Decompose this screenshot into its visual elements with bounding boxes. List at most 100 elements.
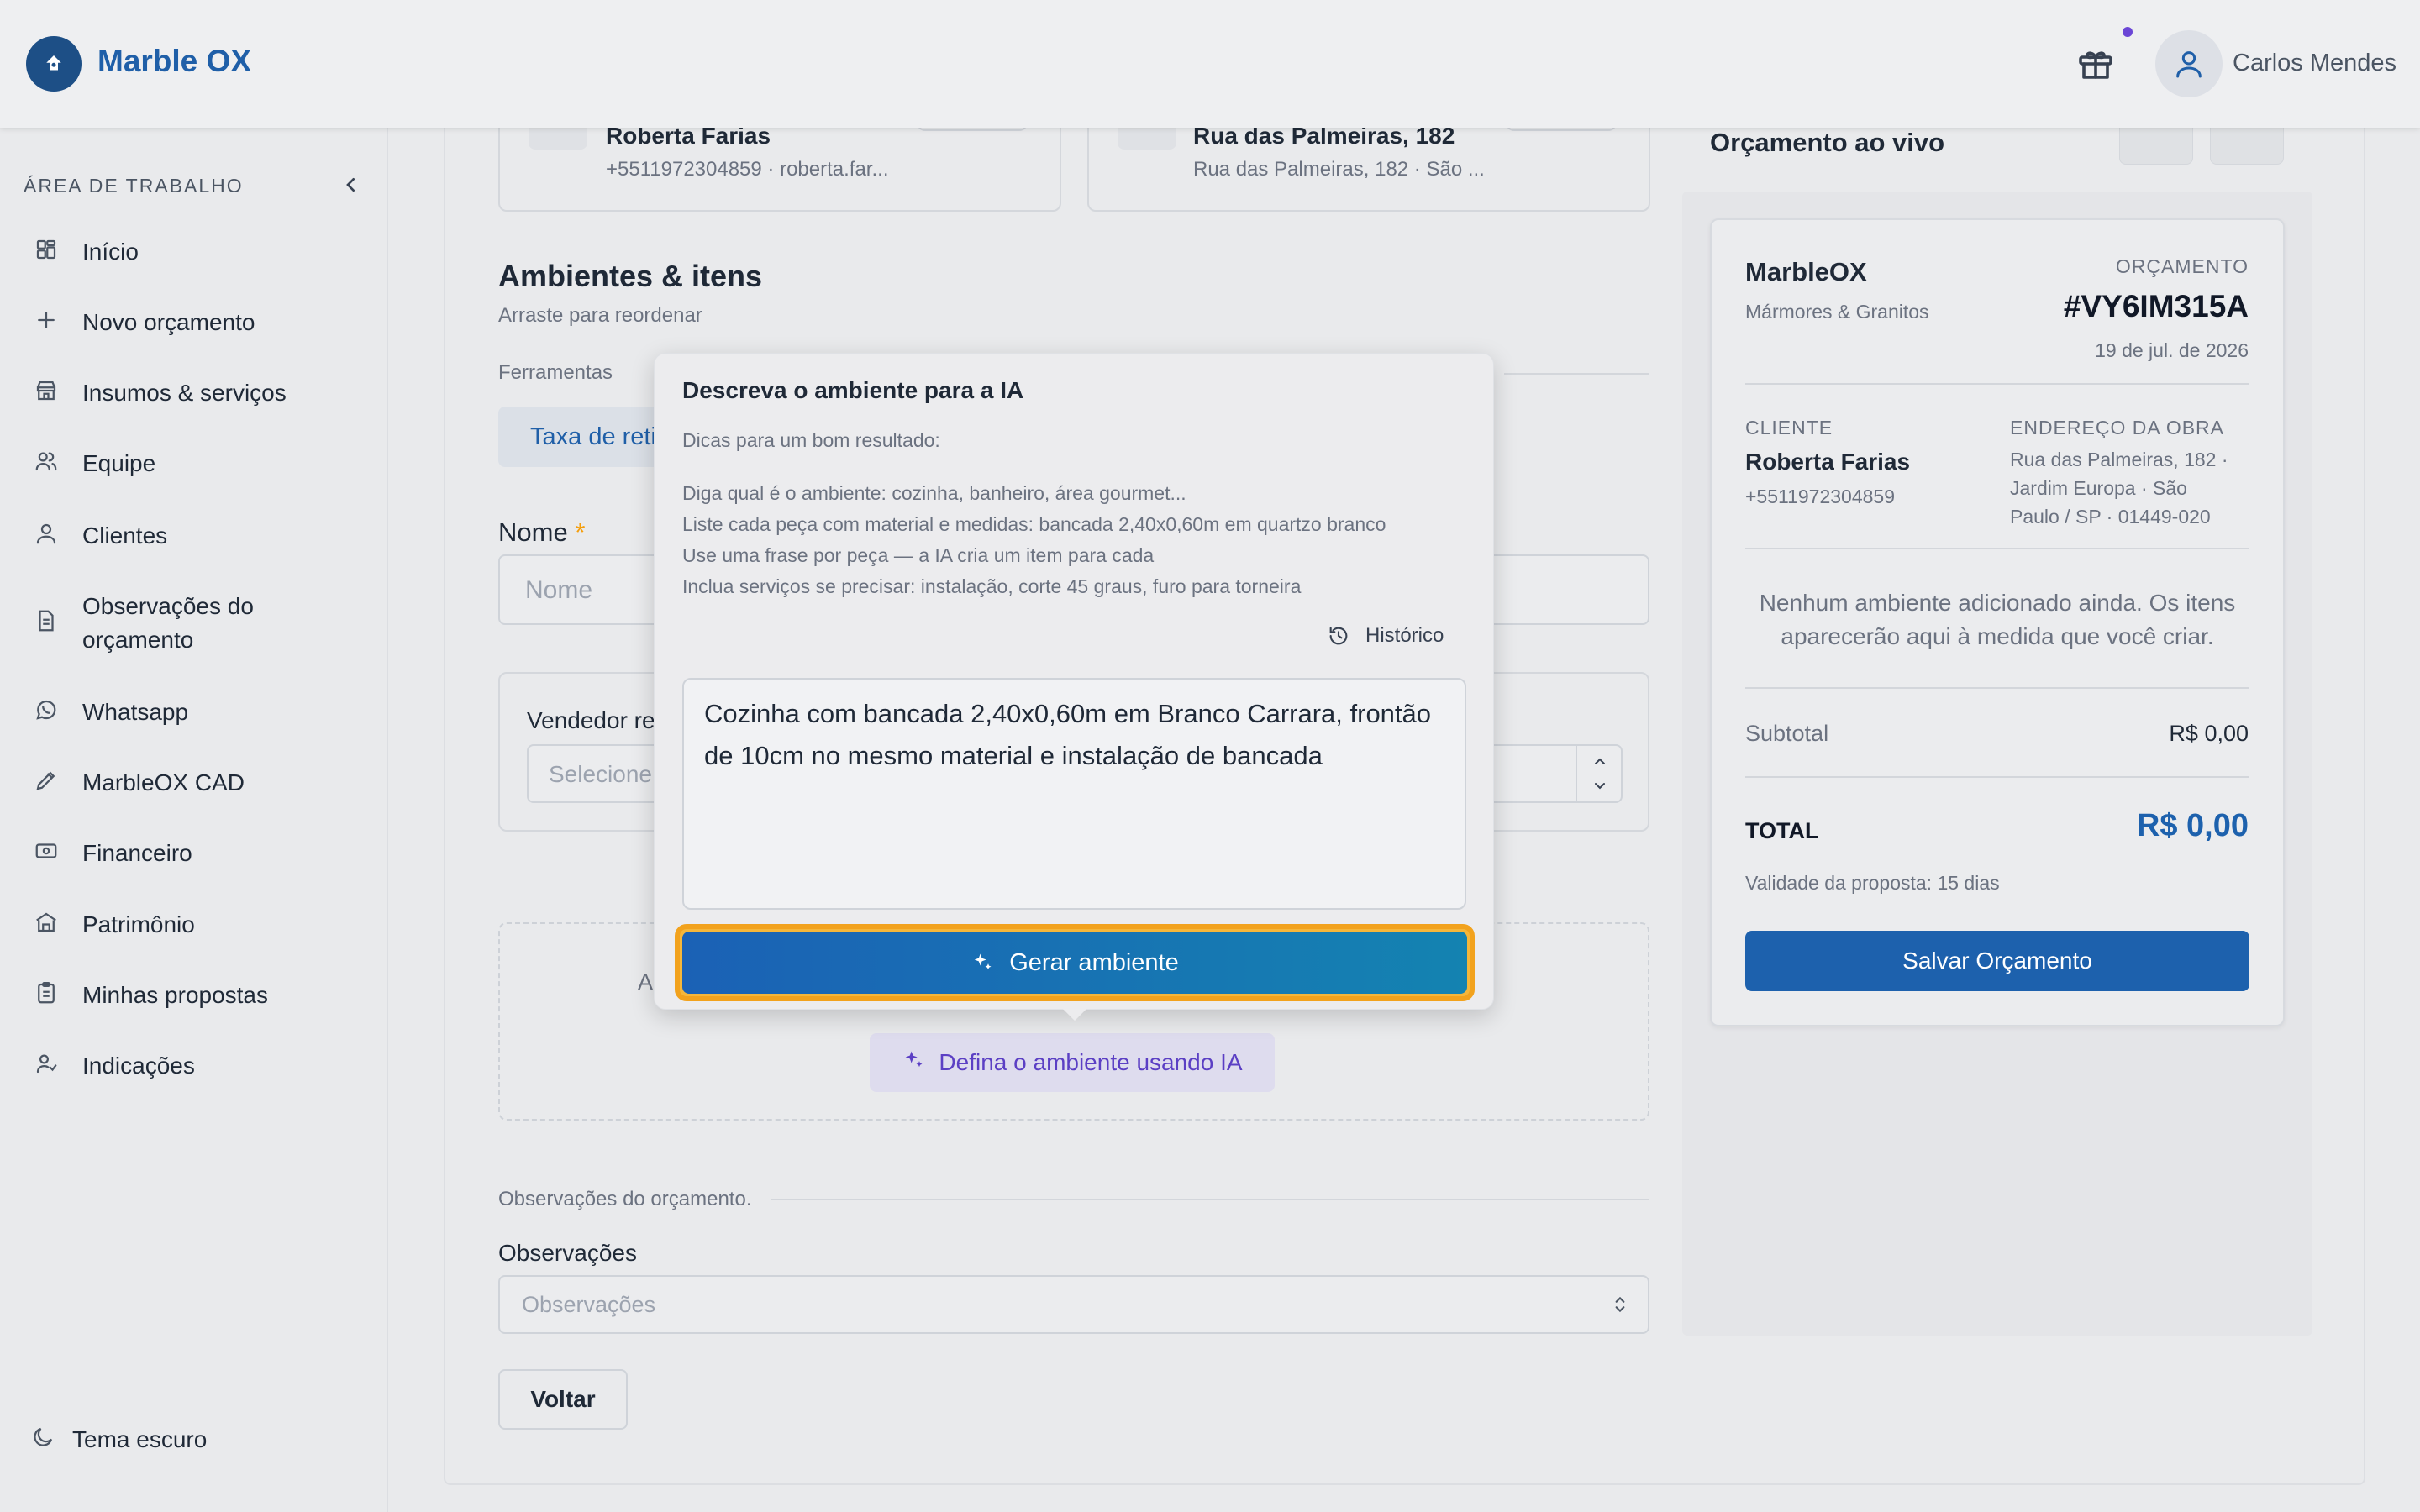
back-button[interactable]: Voltar: [498, 1369, 628, 1430]
stepper-down-icon[interactable]: [1589, 776, 1611, 801]
sparkles-icon: [971, 951, 994, 974]
quote-date: 19 de jul. de 2026: [2095, 339, 2249, 361]
generate-button-inner: Gerar ambiente: [682, 932, 1467, 994]
tools-divider: [1504, 373, 1649, 375]
tools-label: Ferramentas: [498, 361, 613, 384]
brand-name[interactable]: Marble OX: [97, 44, 251, 79]
sidebar-item-equipe[interactable]: Equipe: [34, 447, 360, 480]
sidebar-item-label: Patrimônio: [82, 911, 195, 937]
generate-button-label: Gerar ambiente: [1009, 948, 1179, 976]
ai-popover-title: Descreva o ambiente para a IA: [682, 377, 1024, 403]
ai-define-button-label: Defina o ambiente usando IA: [939, 1049, 1243, 1075]
sidebar-item-label: Novo orçamento: [82, 309, 255, 335]
dashboard-icon: [34, 237, 64, 267]
user-avatar[interactable]: [2155, 30, 2223, 97]
ai-define-button[interactable]: Defina o ambiente usando IA: [870, 1033, 1275, 1092]
sidebar: ÁREA DE TRABALHO Início Novo orçamento I…: [0, 128, 388, 1512]
history-button-label: Histórico: [1365, 624, 1444, 647]
sidebar-item-label: Insumos & serviços: [82, 380, 287, 406]
sidebar-item-label: Equipe: [82, 450, 156, 476]
chevron-updown-icon: [1609, 1292, 1631, 1321]
gift-icon[interactable]: [2075, 44, 2116, 84]
required-mark: *: [575, 517, 586, 547]
brand-logo-icon[interactable]: [26, 36, 82, 92]
quote-number: #VY6IM315A: [2063, 289, 2249, 323]
name-input-placeholder: Nome: [525, 576, 593, 604]
ai-description-textarea[interactable]: Cozinha com bancada 2,40x0,60m em Branco…: [682, 678, 1466, 910]
user-name[interactable]: Carlos Mendes: [2233, 50, 2396, 77]
empty-environments-text: A: [638, 969, 654, 995]
pencil-icon: [34, 768, 64, 798]
users-icon: [34, 449, 64, 479]
observations-label: Observações: [498, 1240, 637, 1266]
total-value: R$ 0,00: [2136, 808, 2249, 843]
name-label-text: Nome: [498, 517, 568, 547]
ai-popover: Descreva o ambiente para a IA Dicas para…: [654, 353, 1494, 1021]
sidebar-item-label: Minhas propostas: [82, 982, 269, 1008]
observations-divider: [771, 1199, 1649, 1200]
quote-divider: [1745, 383, 2249, 385]
sidebar-item-indicacoes[interactable]: Indicações: [34, 1049, 360, 1083]
sidebar-item-label: Indicações: [82, 1053, 195, 1079]
sidebar-item-patrimonio[interactable]: Patrimônio: [34, 908, 360, 942]
save-quote-button[interactable]: Salvar Orçamento: [1745, 931, 2249, 991]
quote-address-line: Jardim Europa · São: [2010, 477, 2187, 499]
moon-icon: [30, 1425, 55, 1454]
sidebar-item-inicio[interactable]: Início: [34, 235, 360, 269]
quote-doc-label: ORÇAMENTO: [2115, 255, 2249, 277]
select-divider: [1576, 746, 1577, 801]
theme-toggle[interactable]: Tema escuro: [30, 1425, 207, 1454]
sidebar-item-label: Observações do orçamento: [82, 593, 254, 653]
environments-title: Ambientes & itens: [498, 259, 763, 293]
ai-tip: Diga qual é o ambiente: cozinha, banheir…: [682, 482, 1186, 504]
user-referral-icon: [34, 1051, 64, 1081]
quote-divider: [1745, 687, 2249, 689]
sidebar-item-financeiro[interactable]: Financeiro: [34, 837, 360, 870]
chevron-left-icon[interactable]: [338, 171, 365, 198]
sidebar-item-novo-orcamento[interactable]: Novo orçamento: [34, 306, 360, 339]
ai-tip: Use uma frase por peça — a IA cria um it…: [682, 544, 1155, 566]
sidebar-item-cad[interactable]: MarbleOX CAD: [34, 766, 360, 800]
theme-toggle-label: Tema escuro: [72, 1425, 208, 1452]
fee-tool-button[interactable]: Taxa de reti: [498, 407, 666, 467]
money-icon: [34, 838, 64, 869]
quote-address-line: Rua das Palmeiras, 182 ·: [2010, 449, 2228, 470]
observations-placeholder: Observações: [522, 1292, 656, 1317]
observations-select[interactable]: Observações: [498, 1275, 1649, 1334]
building-icon: [34, 910, 64, 940]
seller-label: Vendedor re: [527, 707, 655, 733]
quote-company: MarbleOX: [1745, 257, 1867, 286]
sidebar-item-clientes[interactable]: Clientes: [34, 519, 360, 553]
user-icon: [34, 521, 64, 551]
quote-divider: [1745, 548, 2249, 549]
quote-address-line: Paulo / SP · 01449-020: [2010, 506, 2211, 528]
sidebar-item-label: Clientes: [82, 522, 168, 549]
quote-address-label: ENDEREÇO DA OBRA: [2010, 417, 2224, 438]
sidebar-item-insumos[interactable]: Insumos & serviços: [34, 376, 360, 410]
stepper-up-icon[interactable]: [1589, 751, 1611, 775]
history-icon: [1327, 624, 1350, 648]
environments-subtitle: Arraste para reordenar: [498, 304, 702, 327]
ai-tips-list: Diga qual é o ambiente: cozinha, banheir…: [682, 478, 1386, 602]
clipboard-icon: [34, 980, 64, 1011]
quote-address: Rua das Palmeiras, 182 · Jardim Europa ·…: [2010, 445, 2228, 531]
sparkles-icon: [902, 1048, 925, 1078]
sidebar-item-whatsapp[interactable]: Whatsapp: [34, 696, 360, 729]
subtotal-label: Subtotal: [1745, 721, 1829, 746]
sidebar-item-propostas[interactable]: Minhas propostas: [34, 979, 360, 1012]
sidebar-item-label: Financeiro: [82, 840, 192, 866]
proposal-validity: Validade da proposta: 15 dias: [1745, 872, 2000, 894]
history-button[interactable]: Histórico: [1327, 624, 1444, 648]
subtotal-value: R$ 0,00: [2169, 721, 2249, 746]
quote-empty-message: Nenhum ambiente adicionado ainda. Os ite…: [1759, 590, 2236, 649]
quote-divider: [1745, 776, 2249, 778]
whatsapp-icon: [34, 697, 64, 727]
generate-environment-button[interactable]: Gerar ambiente: [675, 924, 1475, 1001]
top-header: Marble OX Carlos Mendes: [0, 0, 2420, 128]
total-label: TOTAL: [1745, 818, 1819, 843]
observations-section-label: Observações do orçamento.: [498, 1188, 752, 1210]
sidebar-item-observacoes[interactable]: Observações do orçamento: [34, 590, 360, 657]
name-label: Nome *: [498, 517, 585, 548]
quote-company-sub: Mármores & Granitos: [1745, 301, 1929, 323]
ai-tip: Liste cada peça com material e medidas: …: [682, 513, 1386, 535]
